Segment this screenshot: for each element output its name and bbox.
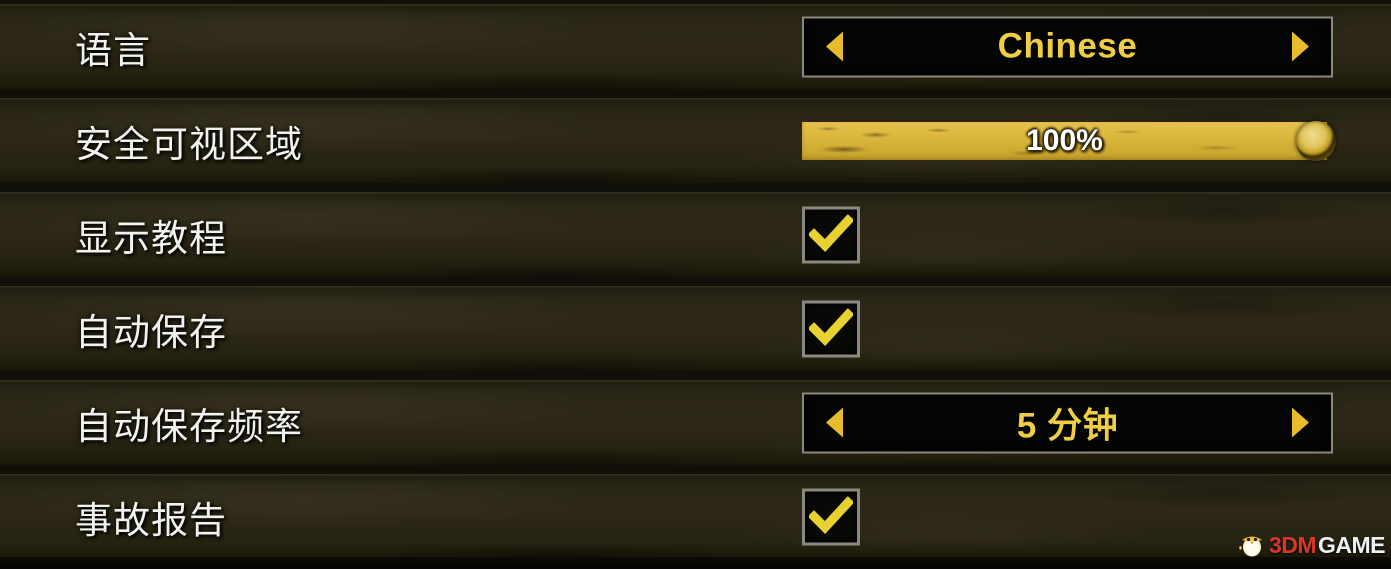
settings-row-show-tutorials: 显示教程 [0, 192, 1391, 277]
checkbox-autosave[interactable] [802, 300, 860, 357]
settings-row-autosave: 自动保存 [0, 286, 1391, 371]
row-control-safe-area: 100% [802, 120, 1336, 161]
row-control-show-tutorials [802, 206, 860, 263]
row-top-highlight [0, 4, 1391, 7]
row-label-autosave: 自动保存 [75, 311, 227, 353]
left-arrow-icon[interactable] [826, 407, 843, 438]
row-control-crash-report [802, 488, 860, 545]
settings-screen: 语言 Chinese 安全可视区域 100% 显示教程自动保存自动保存频率 5 分钟事故报… [0, 0, 1391, 569]
row-top-highlight [0, 380, 1391, 383]
row-label-safe-area: 安全可视区域 [75, 123, 303, 165]
row-control-autosave [802, 300, 860, 357]
row-label-autosave-frequency: 自动保存频率 [75, 405, 303, 447]
row-label-show-tutorials: 显示教程 [75, 217, 227, 259]
bottom-strip [0, 557, 1391, 569]
selector-autosave-frequency[interactable]: 5 分钟 [802, 392, 1333, 453]
row-control-autosave-frequency: 5 分钟 [802, 392, 1333, 453]
checkmark-icon [809, 214, 853, 252]
settings-row-crash-report: 事故报告 [0, 474, 1391, 559]
selector-value-autosave-frequency: 5 分钟 [1016, 406, 1119, 445]
settings-row-autosave-frequency: 自动保存频率 5 分钟 [0, 380, 1391, 465]
checkmark-icon [809, 496, 853, 534]
right-arrow-icon[interactable] [1292, 407, 1309, 438]
row-top-highlight [0, 474, 1391, 477]
right-arrow-icon[interactable] [1292, 31, 1309, 62]
selector-value-language: Chinese [997, 26, 1138, 66]
checkbox-show-tutorials[interactable] [802, 206, 860, 263]
settings-row-safe-area: 安全可视区域 100% [0, 98, 1391, 183]
row-top-highlight [0, 286, 1391, 289]
slider-safe-area[interactable]: 100% [802, 120, 1336, 161]
slider-knob[interactable] [1296, 120, 1336, 161]
settings-row-language: 语言 Chinese [0, 4, 1391, 89]
checkbox-crash-report[interactable] [802, 488, 860, 545]
row-label-crash-report: 事故报告 [75, 499, 227, 541]
left-arrow-icon[interactable] [826, 31, 843, 62]
row-label-language: 语言 [75, 29, 151, 71]
checkmark-icon [809, 308, 853, 346]
row-top-highlight [0, 192, 1391, 195]
selector-language[interactable]: Chinese [802, 16, 1333, 77]
row-control-language: Chinese [802, 16, 1333, 77]
row-top-highlight [0, 98, 1391, 101]
slider-fill [802, 121, 1327, 160]
